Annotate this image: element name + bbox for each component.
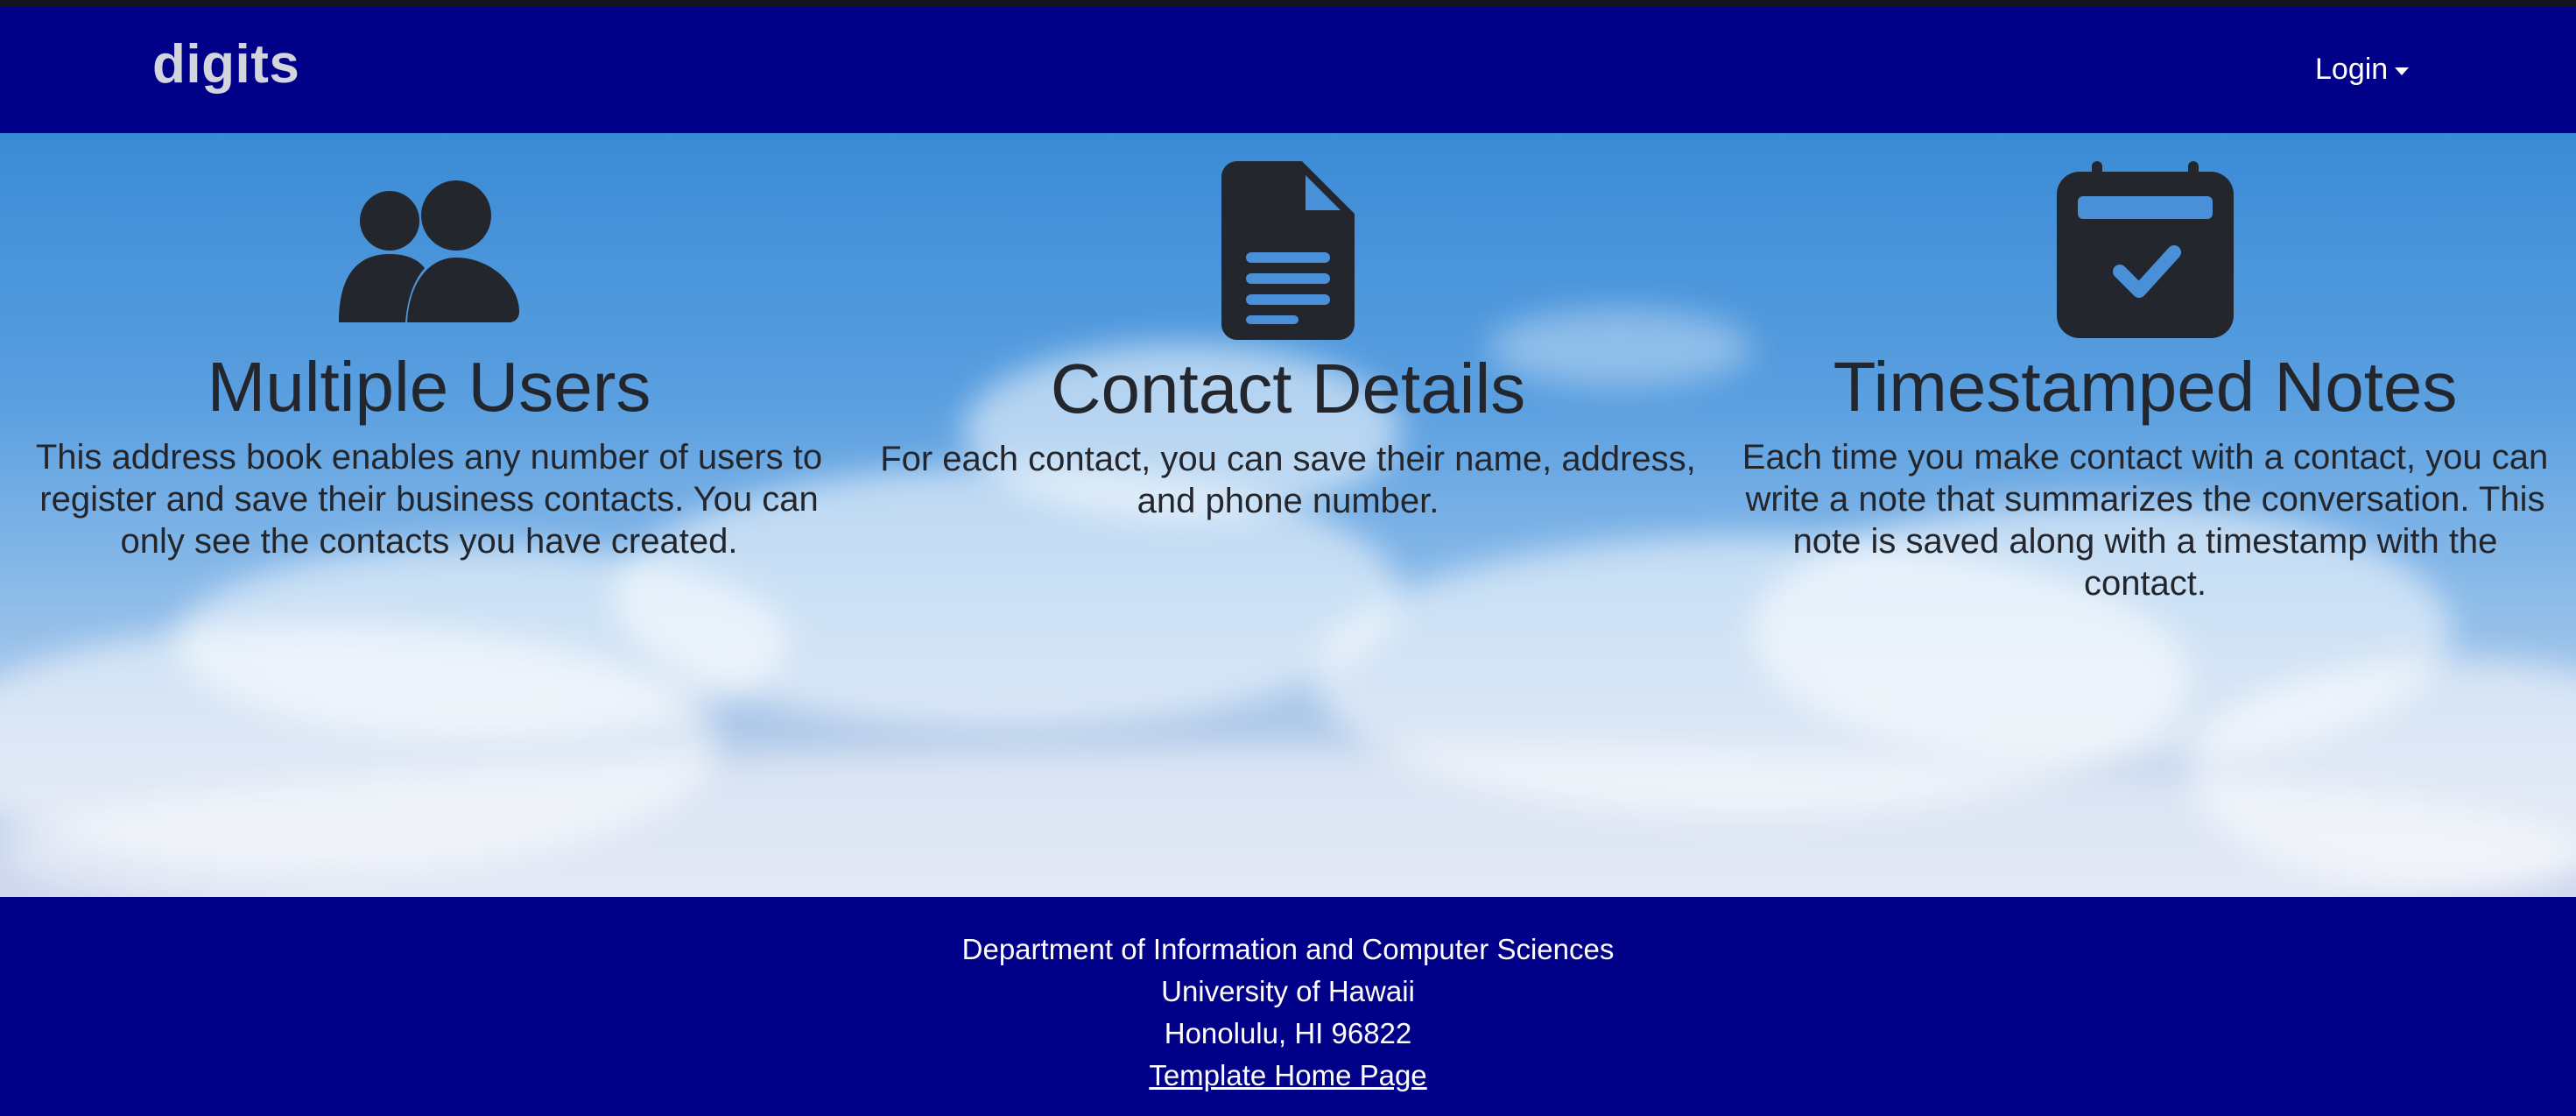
login-dropdown[interactable]: Login — [2315, 53, 2410, 87]
brand-logo[interactable]: digits — [152, 33, 299, 95]
feature-text: Each time you make contact with a contac… — [1742, 438, 2549, 603]
feature-title: Contact Details — [1050, 350, 1526, 427]
calendar-check-icon — [2057, 161, 2234, 338]
feature-text: For each contact, you can save their nam… — [880, 440, 1696, 520]
feature-title: Timestamped Notes — [1833, 348, 2458, 426]
caret-down-icon — [2395, 67, 2410, 75]
users-icon — [339, 180, 519, 322]
feature-contact-details: Contact Details For each contact, you ca… — [872, 133, 1704, 522]
login-label: Login — [2315, 53, 2389, 86]
template-home-link[interactable]: Template Home Page — [1149, 1059, 1426, 1091]
feature-title: Multiple Users — [207, 348, 651, 426]
footer-department: Department of Information and Computer S… — [961, 933, 1615, 965]
footer: Department of Information and Computer S… — [0, 897, 2576, 1116]
footer-university: University of Hawaii — [1161, 975, 1415, 1007]
footer-address: Honolulu, HI 96822 — [1164, 1017, 1412, 1049]
feature-text: This address book enables any number of … — [35, 438, 823, 561]
feature-multiple-users: Multiple Users This address book enables… — [26, 133, 832, 562]
feature-timestamped-notes: Timestamped Notes Each time you make con… — [1734, 133, 2557, 604]
top-strip — [0, 0, 2576, 7]
navbar: digits Login — [0, 7, 2576, 133]
hero-section: Multiple Users This address book enables… — [0, 133, 2576, 897]
file-lines-icon — [1221, 161, 1355, 340]
